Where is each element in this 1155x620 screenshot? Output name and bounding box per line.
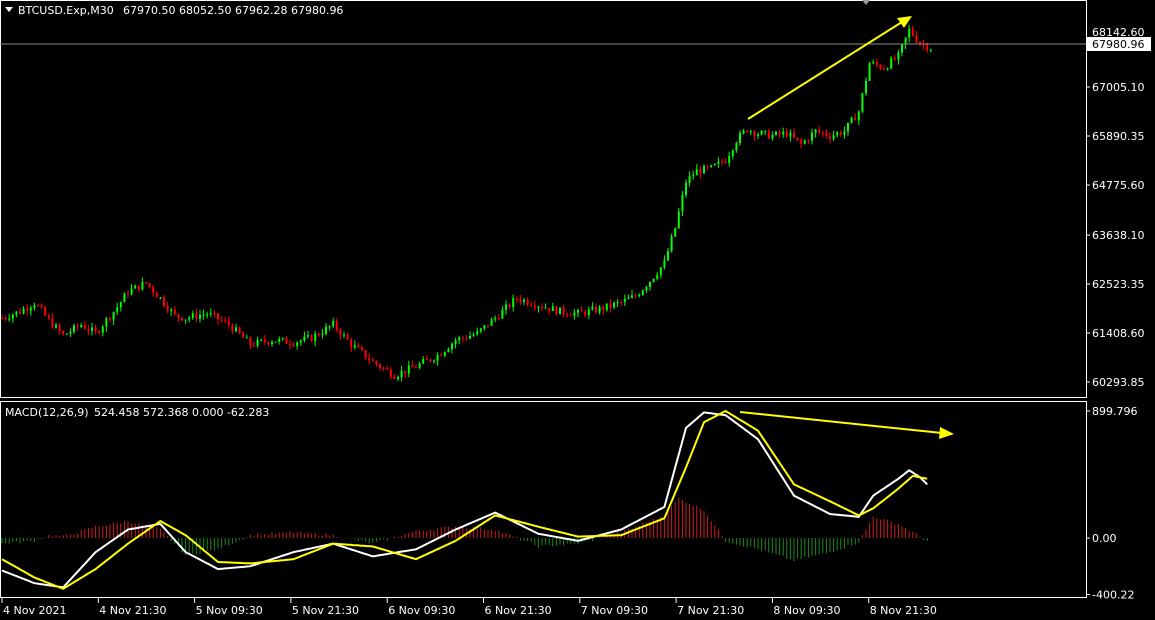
price-tick-label: 64775.60 [1092,179,1145,192]
top-price-tick: 68142.60 [1092,26,1145,39]
time-tick-label: 7 Nov 09:30 [581,604,648,617]
price-candle [238,326,241,335]
price-tick-label: 67005.10 [1092,81,1145,94]
price-tick-label: 61408.60 [1092,327,1145,340]
price-candle [274,341,277,343]
price-candle [850,116,853,124]
price-tick-label: 62523.35 [1092,278,1145,291]
price-candle [641,289,644,296]
price-candle [868,61,871,82]
time-tick-label: 8 Nov 09:30 [773,604,840,617]
price-candle [674,227,677,238]
time-tick-label: 7 Nov 21:30 [677,604,744,617]
price-tick-label: 65890.35 [1092,130,1145,143]
price-tick-label: 63638.10 [1092,229,1145,242]
ohlc-header: 67970.50 68052.50 67962.28 67980.96 [123,4,343,17]
time-tick-label: 6 Nov 21:30 [485,604,552,617]
price-candle [861,92,864,114]
macd-header-values: 524.458 572.368 0.000 -62.283 [94,406,269,419]
macd-header-name: MACD(12,26,9) [5,406,89,419]
time-tick-label: 4 Nov 2021 [3,604,66,617]
price-candle [559,307,561,315]
time-tick-label: 8 Nov 21:30 [870,604,937,617]
macd-tick-label: -400.22 [1092,588,1134,601]
price-candle [123,292,126,303]
macd-tick-label: 0.00 [1092,532,1117,545]
price-candle [310,334,313,342]
time-tick-label: 4 Nov 21:30 [99,604,166,617]
time-tick-label: 5 Nov 09:30 [196,604,263,617]
price-candle [670,233,673,253]
time-tick-label: 5 Nov 21:30 [292,604,359,617]
macd-tick-label: 899.796 [1092,405,1138,418]
price-tick-label: 60293.85 [1092,376,1145,389]
current-price-label: 67980.96 [1092,38,1145,51]
symbol-header: BTCUSD.Exp,M30 [18,4,114,17]
time-tick-label: 6 Nov 09:30 [388,604,455,617]
chart-root: 67005.10 65890.35 64775.60 63638.10 62523.35… [0,0,1155,620]
